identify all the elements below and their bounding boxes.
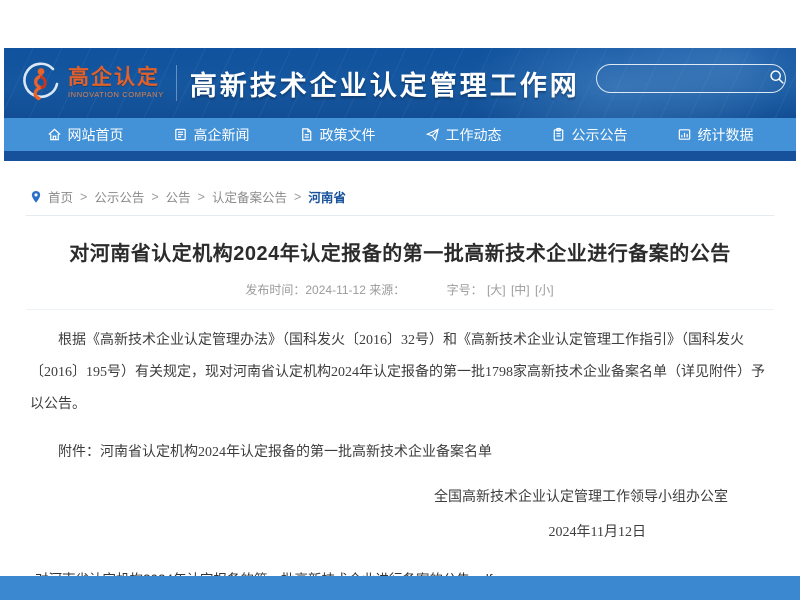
footer-bar <box>0 576 800 600</box>
nav-label: 工作动态 <box>446 125 502 145</box>
logo-cn-text: 高企认定 <box>68 67 164 88</box>
publish-date: 2024-11-12 <box>305 283 366 297</box>
site-title: 高新技术企业认定管理工作网 <box>190 64 580 103</box>
font-size-label: 字号： <box>447 283 483 297</box>
font-size-medium-button[interactable]: [中] <box>511 283 530 297</box>
article-title: 对河南省认定机构2024年认定报备的第一批高新技术企业进行备案的公告 <box>30 237 770 266</box>
location-pin-icon <box>30 190 42 204</box>
breadcrumb-announcement[interactable]: 公告 <box>166 187 191 206</box>
logo-en-text: INNOVATION COMPANY <box>68 91 164 99</box>
nav-item-home[interactable]: 网站首页 <box>47 125 124 145</box>
nav-underline <box>4 151 796 161</box>
attachment-line: 附件：河南省认定机构2024年认定报备的第一批高新技术企业备案名单 <box>30 441 770 461</box>
search-input[interactable] <box>597 65 768 92</box>
nav-item-updates[interactable]: 工作动态 <box>425 125 502 145</box>
meta-divider <box>26 309 774 310</box>
breadcrumb-separator: > <box>151 190 158 204</box>
article-paragraph: 根据《高新技术企业认定管理办法》（国科发火〔2016〕32号）和《高新技术企业认… <box>30 325 770 422</box>
site-logo[interactable]: 高企认定 INNOVATION COMPANY <box>4 60 164 106</box>
breadcrumb-home[interactable]: 首页 <box>48 187 73 206</box>
publish-time-label: 发布时间： <box>245 283 305 297</box>
nav-item-statistics[interactable]: 统计数据 <box>677 125 754 145</box>
chart-icon <box>677 127 692 142</box>
font-size-large-button[interactable]: [大] <box>487 283 506 297</box>
font-size-small-button[interactable]: [小] <box>535 283 554 297</box>
breadcrumb-separator: > <box>294 190 301 204</box>
nav-label: 公示公告 <box>572 125 628 145</box>
nav-item-policy[interactable]: 政策文件 <box>299 125 376 145</box>
site-header: 高企认定 INNOVATION COMPANY 高新技术企业认定管理工作网 <box>4 48 796 118</box>
breadcrumb-separator: > <box>80 190 87 204</box>
policy-file-icon <box>299 127 314 142</box>
breadcrumb-separator: > <box>198 190 205 204</box>
main-nav: 网站首页 高企新闻 政策文件 工作动态 <box>4 118 796 151</box>
article-meta: 发布时间：2024-11-12 来源： 字号： [大] [中] [小] <box>30 281 770 298</box>
breadcrumb: 首页 > 公示公告 > 公告 > 认定备案公告 > 河南省 <box>30 187 770 206</box>
home-icon <box>47 127 62 142</box>
nav-label: 高企新闻 <box>194 125 250 145</box>
search-box[interactable] <box>596 64 786 93</box>
breadcrumb-notices[interactable]: 公示公告 <box>94 187 144 206</box>
nav-label: 统计数据 <box>698 125 754 145</box>
search-icon <box>769 69 785 88</box>
content-area: 首页 > 公示公告 > 公告 > 认定备案公告 > 河南省 对河南省认定机构20… <box>0 161 800 588</box>
breadcrumb-filing-notices[interactable]: 认定备案公告 <box>212 187 287 206</box>
breadcrumb-current-henan: 河南省 <box>308 187 346 206</box>
nav-label: 网站首页 <box>68 125 124 145</box>
source-label: 来源： <box>369 283 405 297</box>
logo-icon <box>20 60 62 106</box>
issuer-office: 全国高新技术企业认定管理工作领导小组办公室 <box>30 486 770 506</box>
breadcrumb-divider <box>26 215 774 216</box>
search-button[interactable] <box>768 65 785 92</box>
header-divider <box>176 65 177 101</box>
nav-item-news[interactable]: 高企新闻 <box>173 125 250 145</box>
clipboard-icon <box>551 127 566 142</box>
nav-item-notices[interactable]: 公示公告 <box>551 125 628 145</box>
site-container: 高企认定 INNOVATION COMPANY 高新技术企业认定管理工作网 <box>4 48 796 161</box>
send-icon <box>425 127 440 142</box>
nav-label: 政策文件 <box>320 125 376 145</box>
issue-date: 2024年11月12日 <box>30 521 770 541</box>
news-icon <box>173 127 188 142</box>
